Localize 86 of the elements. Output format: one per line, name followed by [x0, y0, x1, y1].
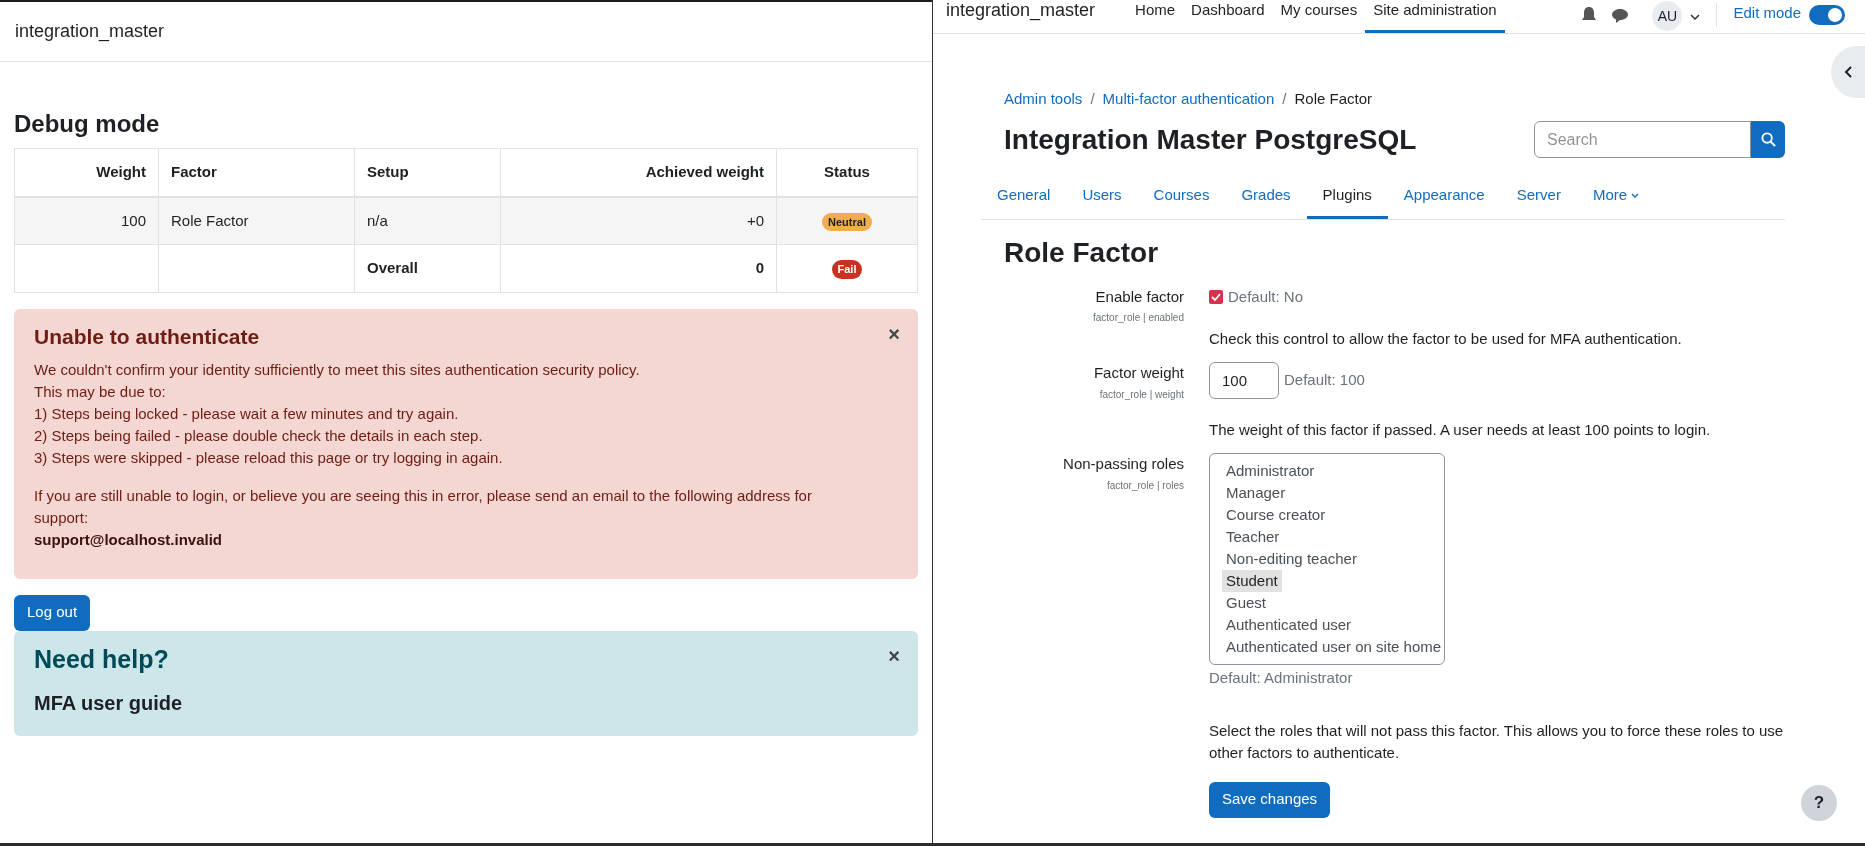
- edit-mode-label: Edit mode: [1733, 2, 1801, 23]
- edit-mode-toggle[interactable]: [1809, 5, 1845, 25]
- weight-field[interactable]: 100: [1209, 362, 1279, 399]
- section-title: Role Factor: [1004, 235, 1160, 270]
- column-header: Setup: [354, 148, 501, 197]
- caret-icon: [1631, 192, 1640, 198]
- setting-key: factor_role | roles: [1106, 477, 1184, 493]
- support-email: support@localhost.invalid: [34, 529, 222, 550]
- tab[interactable]: Courses: [1137, 174, 1226, 219]
- tab[interactable]: Appearance: [1387, 174, 1501, 219]
- setting-label: Enable factor: [1095, 286, 1184, 307]
- tab[interactable]: Users: [1066, 174, 1138, 219]
- tab[interactable]: Plugins: [1306, 174, 1388, 219]
- breadcrumb-link[interactable]: Admin tools: [1004, 88, 1083, 111]
- default-hint: Default: No: [1228, 286, 1304, 307]
- alert-text: We couldn't confirm your identity sufficiently to meet this sites authentication security policy.: [34, 359, 640, 380]
- alert-text: 2) Steps being failed - please double check the details in each step.: [34, 425, 483, 446]
- setting-label: Non-passing roles: [1063, 454, 1184, 474]
- breadcrumb-link[interactable]: Multi-factor authentication: [1102, 88, 1275, 111]
- site-name: integration_master: [15, 20, 165, 44]
- alert-text: If you are still unable to login, or believe you are seeing this in error, please send an email to the following address for support:: [34, 485, 813, 528]
- nav-link[interactable]: Dashboard: [1183, 0, 1273, 33]
- setting-description: Select the roles that will not pass this factor. This allows you to force these roles to use other factors to authenticate.: [1209, 720, 1785, 763]
- table-cell: Role Factor: [171, 211, 249, 229]
- setting-key: factor_role | weight: [1099, 386, 1184, 402]
- tab[interactable]: More: [1576, 174, 1656, 219]
- role-option[interactable]: Authenticated user on site home: [1222, 636, 1446, 658]
- tab[interactable]: General: [981, 174, 1067, 219]
- role-option[interactable]: Authenticated user: [1222, 614, 1356, 636]
- page-heading: Debug mode: [14, 109, 161, 139]
- user-avatar[interactable]: AU: [1652, 1, 1683, 31]
- table-cell: Overall: [367, 259, 418, 277]
- setting-description: Check this control to allow the factor to be used for MFA authentication.: [1209, 329, 1683, 349]
- alert-title: Need help?: [34, 643, 169, 675]
- tab[interactable]: Grades: [1225, 174, 1307, 219]
- table-cell: 100: [120, 211, 146, 229]
- search-field[interactable]: Search: [1534, 121, 1751, 158]
- table-cell: +0: [746, 211, 764, 229]
- alert-title: Unable to authenticate: [34, 324, 260, 350]
- table-cell: 0: [755, 259, 764, 277]
- role-option[interactable]: Student: [1222, 570, 1282, 592]
- close-button[interactable]: ×: [888, 319, 900, 349]
- role-option[interactable]: Manager: [1222, 482, 1290, 504]
- status-badge: Neutral: [822, 212, 872, 231]
- search-button[interactable]: [1751, 121, 1785, 158]
- column-header: Weight: [14, 148, 159, 197]
- setting-key: factor_role | enabled: [1093, 310, 1184, 325]
- default-hint: Default: 100: [1284, 370, 1365, 391]
- role-option[interactable]: Non-editing teacher: [1222, 548, 1361, 570]
- alert-text: 1) Steps being locked - please wait a few minutes and try again.: [34, 403, 459, 424]
- default-hint: Default: Administrator: [1209, 668, 1354, 688]
- setting-label: Factor weight: [1093, 363, 1184, 383]
- breadcrumb-separator: /: [1282, 89, 1287, 109]
- close-button[interactable]: ×: [888, 640, 900, 671]
- chat-icon[interactable]: [1612, 9, 1629, 23]
- logout-button[interactable]: Log out: [14, 594, 91, 631]
- column-header: Factor: [158, 148, 355, 197]
- bell-icon[interactable]: [1582, 7, 1597, 23]
- breadcrumb-current: Role Factor: [1294, 89, 1372, 109]
- guide-link[interactable]: MFA user guide: [34, 688, 183, 718]
- nav-link[interactable]: My courses: [1272, 0, 1366, 33]
- setting-description: The weight of this factor if passed. A user needs at least 100 points to login.: [1209, 420, 1712, 440]
- save-button[interactable]: Save changes: [1209, 781, 1331, 818]
- role-option[interactable]: Course creator: [1222, 504, 1330, 526]
- nav-link[interactable]: Home: [1127, 0, 1184, 33]
- table-cell: n/a: [367, 211, 388, 229]
- status-badge: Fail: [831, 260, 863, 279]
- column-header: Status: [776, 148, 918, 197]
- search-icon: [1760, 132, 1776, 147]
- roles-listbox[interactable]: Administrator Manager Course creator Teacher Non-editing teacher Student Guest Authenticated user Authenticated user on site home: [1209, 453, 1445, 665]
- caret-icon[interactable]: [1690, 14, 1701, 20]
- role-option[interactable]: Guest: [1222, 592, 1271, 614]
- site-title: Integration Master PostgreSQL: [1004, 122, 1417, 157]
- checkbox[interactable]: [1209, 289, 1223, 304]
- alert-text: 3) Steps were skipped - please reload this page or try logging in again.: [34, 447, 503, 468]
- role-option[interactable]: Teacher: [1222, 526, 1284, 548]
- alert-text: This may be due to:: [34, 381, 166, 402]
- breadcrumb-separator: /: [1090, 89, 1095, 109]
- drawer-toggle-button[interactable]: [1831, 46, 1865, 98]
- help-button[interactable]: ?: [1801, 785, 1837, 821]
- chevron-left-icon: [1844, 66, 1852, 78]
- site-name: integration_master: [946, 0, 1096, 23]
- nav-link[interactable]: Site administration: [1365, 0, 1505, 33]
- column-header: Achieved weight: [500, 148, 777, 197]
- role-option[interactable]: Administrator: [1222, 460, 1319, 482]
- tab[interactable]: Server: [1500, 174, 1577, 219]
